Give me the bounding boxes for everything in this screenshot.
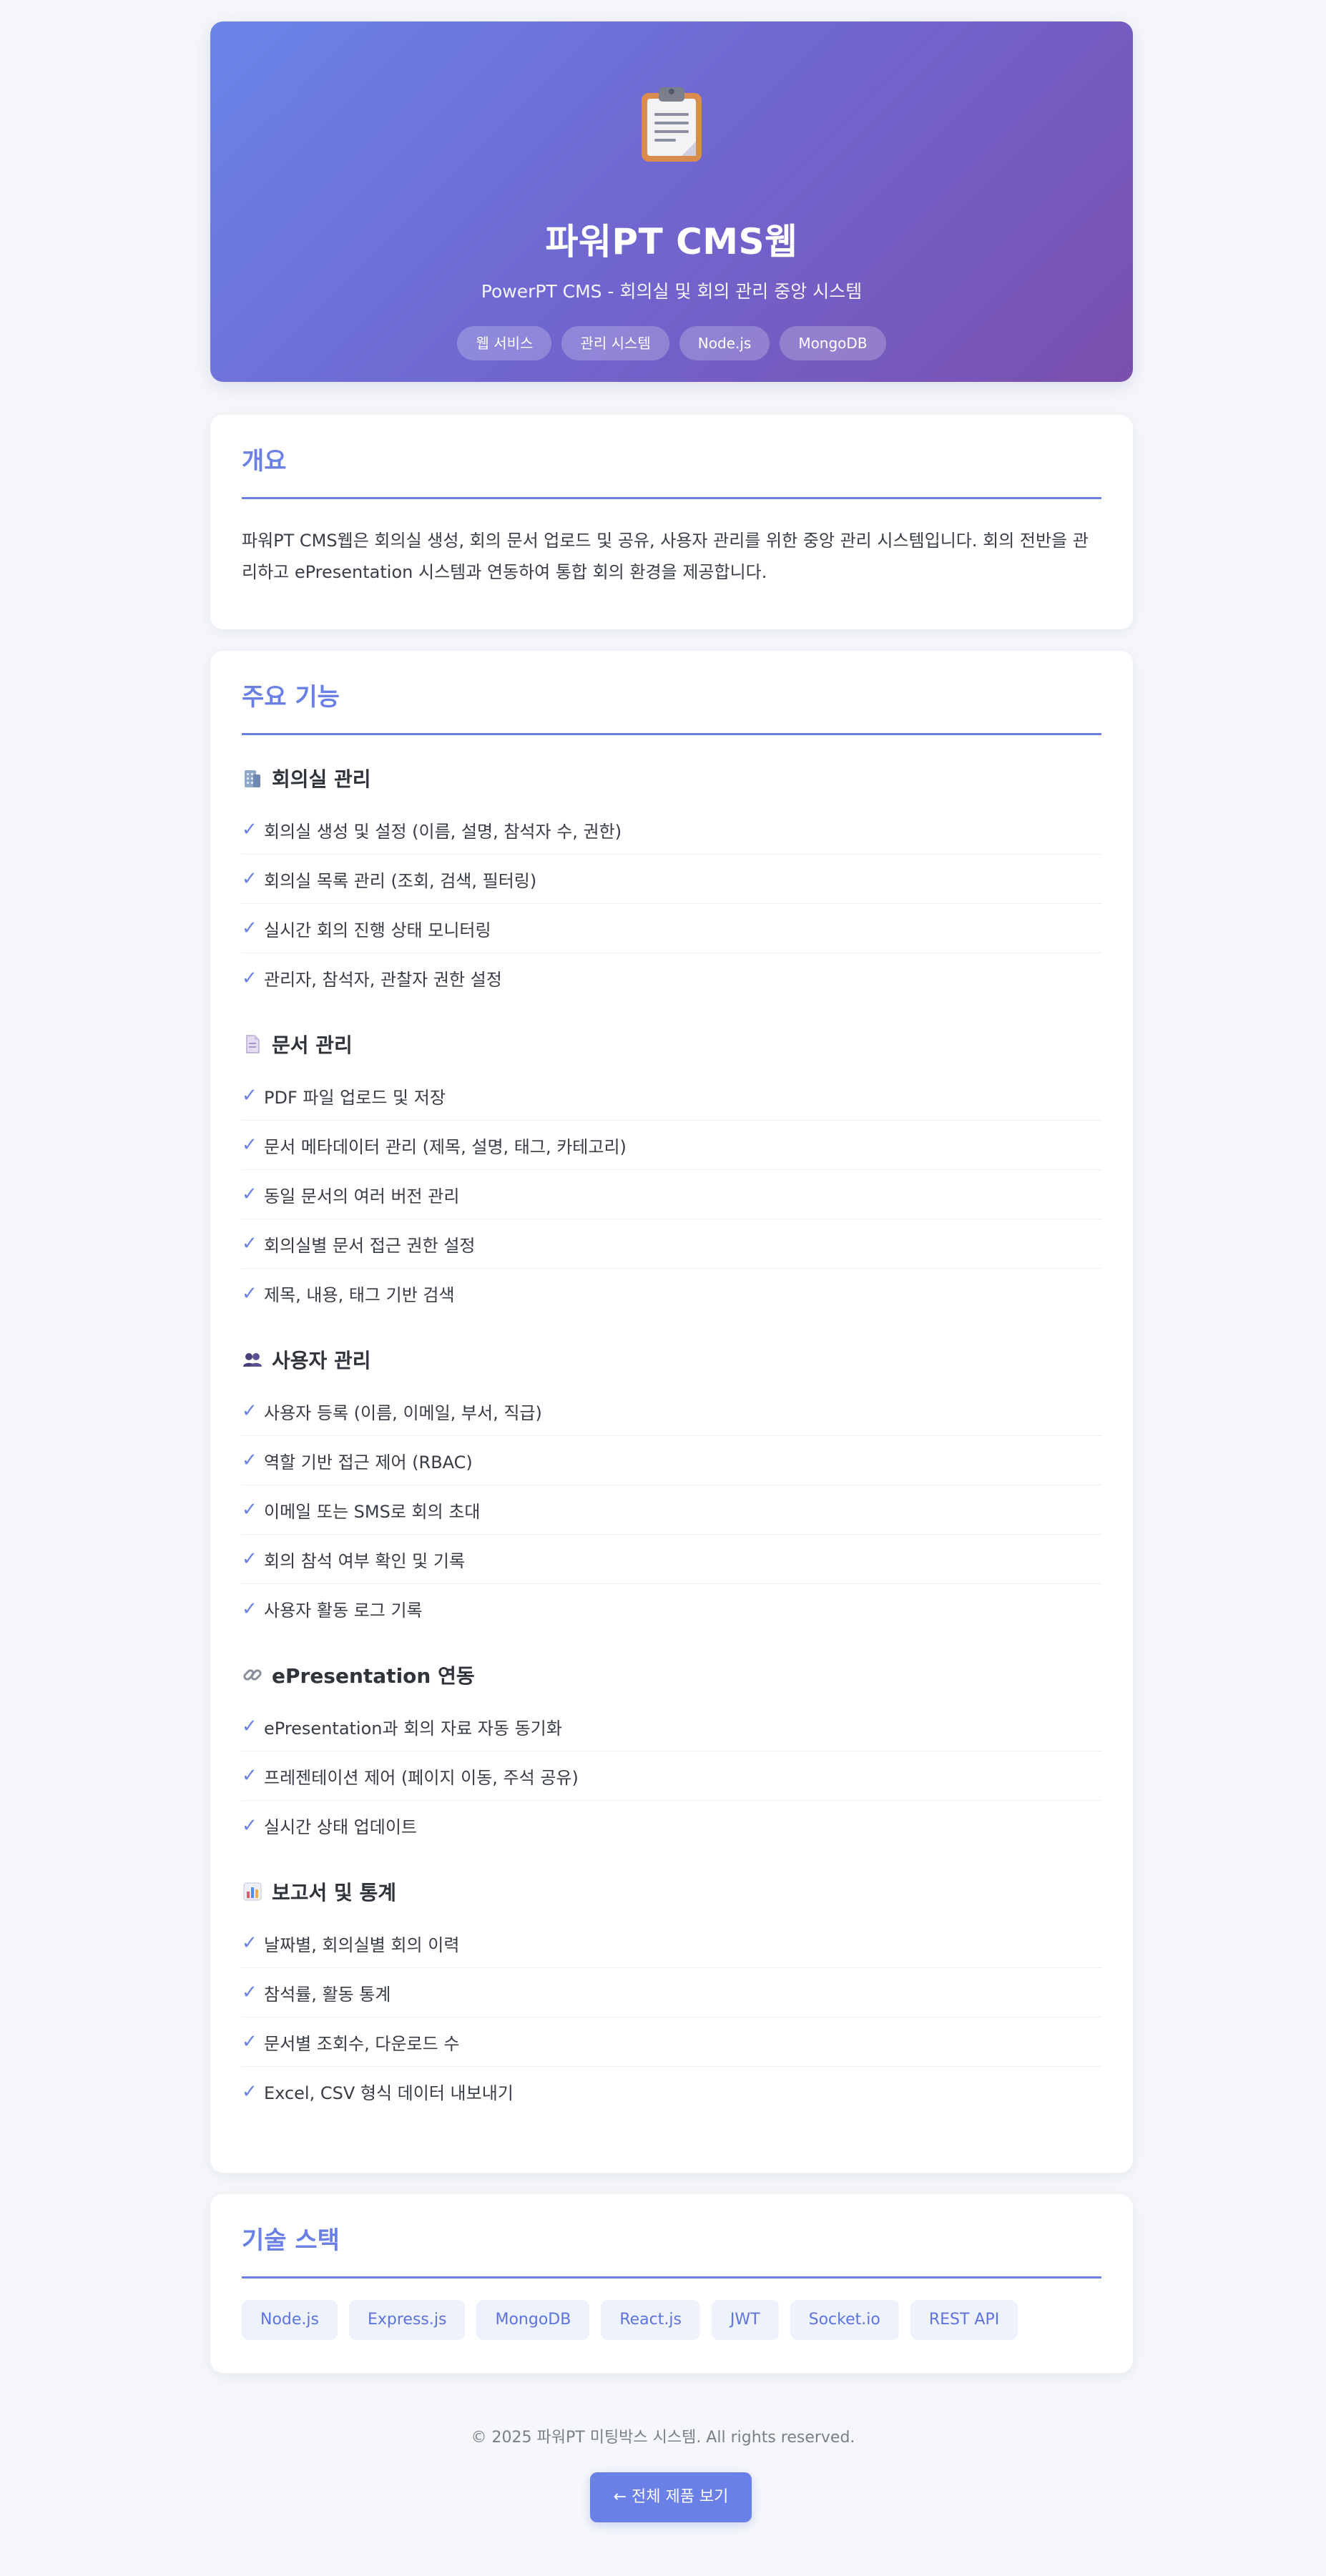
hero-tag-list: 웹 서비스 관리 시스템 Node.js MongoDB xyxy=(210,326,1133,360)
back-to-products-button[interactable]: ← 전체 제품 보기 xyxy=(590,2472,752,2522)
feature-item: ✓ 회의실별 문서 접근 권한 설정 xyxy=(242,1219,1101,1269)
feature-item: ✓ 실시간 상태 업데이트 xyxy=(242,1814,417,1838)
feature-item: ✓ 날짜별, 회의실별 회의 이력 xyxy=(242,1919,1101,1968)
tech-badge: Express.js xyxy=(348,2300,466,2340)
footer-copyright: © 2025 파워PT 미팅박스 시스템. All rights reserve… xyxy=(471,2429,855,2447)
tech-badge: REST API xyxy=(910,2300,1018,2340)
feature-item: ✓ 동일 문서의 여러 버전 관리 xyxy=(242,1170,1101,1219)
feature-section-title: ePresentation 연동 xyxy=(272,1664,475,1688)
check-icon: ✓ xyxy=(242,1134,257,1156)
feature-item: ✓ 회의 참석 여부 확인 및 기록 xyxy=(242,1535,1101,1584)
check-icon: ✓ xyxy=(242,1400,257,1422)
feature-item: ✓ 역할 기반 접근 제어 (RBAC) xyxy=(242,1436,1101,1485)
feature-item: ✓ 관리자, 참석자, 관찰자 권한 설정 xyxy=(242,967,502,990)
feature-item: ✓ 제목, 내용, 태그 기반 검색 xyxy=(242,1282,455,1306)
check-icon: ✓ xyxy=(242,1233,257,1254)
feature-list: ✓ ePresentation과 회의 자료 자동 동기화 ✓ 프레젠테이션 제어 … xyxy=(242,1702,1101,1850)
feature-list: ✓ PDF 파일 업로드 및 저장 ✓ 문서 메타데이터 관리 (제목, 설명, 태… xyxy=(242,1071,1101,1318)
features-heading: 주요 기능 xyxy=(242,679,1101,735)
check-icon: ✓ xyxy=(242,918,257,939)
clipboard-icon xyxy=(210,84,1133,177)
hero-banner: 파워PT CMS웹 PowerPT CMS - 회의실 및 회의 관리 중앙 시… xyxy=(210,21,1133,382)
feature-item: ✓ Excel, CSV 형식 데이터 내보내기 xyxy=(242,2080,514,2104)
feature-section-epresentation: ePresentation 연동 ✓ ePresentation과 회의 자료 자… xyxy=(242,1653,1101,1850)
feature-item: ✓ 사용자 활동 로그 기록 xyxy=(242,1598,423,1621)
check-icon: ✓ xyxy=(242,1716,257,1737)
tech-badge: React.js xyxy=(601,2300,700,2340)
overview-card: 개요 파워PT CMS웹은 회의실 생성, 회의 문서 업로드 및 공유, 사용… xyxy=(210,415,1133,629)
feature-item: ✓ PDF 파일 업로드 및 저장 xyxy=(242,1071,1101,1121)
feature-section-title: 문서 관리 xyxy=(272,1033,353,1057)
check-icon: ✓ xyxy=(242,1982,257,2003)
feature-item: ✓ ePresentation과 회의 자료 자동 동기화 xyxy=(242,1702,1101,1751)
tech-badge: MongoDB xyxy=(476,2300,590,2340)
bar-chart-icon xyxy=(242,1881,263,1902)
check-icon: ✓ xyxy=(242,1184,257,1205)
check-icon: ✓ xyxy=(242,967,257,989)
check-icon: ✓ xyxy=(242,1085,257,1106)
feature-section-room: 회의실 관리 ✓ 회의실 생성 및 설정 (이름, 설명, 참석자 수, 권한) … xyxy=(242,757,1101,1003)
hero-tag-management-system: 관리 시스템 xyxy=(561,326,669,360)
check-icon: ✓ xyxy=(242,1598,257,1620)
hero-tag-mongodb: MongoDB xyxy=(780,326,886,360)
feature-section-report: 보고서 및 통계 ✓ 날짜별, 회의실별 회의 이력 ✓ 참석률, 활동 통계 ✓ 문… xyxy=(242,1870,1101,2116)
feature-item: ✓ 회의실 생성 및 설정 (이름, 설명, 참석자 수, 권한) xyxy=(242,805,1101,855)
tech-stack-card: 기술 스택 Node.js Express.js MongoDB React.j… xyxy=(210,2194,1133,2373)
check-icon: ✓ xyxy=(242,2080,257,2103)
page-subtitle: PowerPT CMS - 회의실 및 회의 관리 중앙 시스템 xyxy=(481,281,863,302)
check-icon: ✓ xyxy=(242,868,257,890)
feature-section-document: 문서 관리 ✓ PDF 파일 업로드 및 저장 ✓ 문서 메타데이터 관리 (제목,… xyxy=(242,1023,1101,1318)
feature-list: ✓ 회의실 생성 및 설정 (이름, 설명, 참석자 수, 권한) ✓ 회의실 목록… xyxy=(242,805,1101,1003)
feature-item: ✓ 문서 메타데이터 관리 (제목, 설명, 태그, 카테고리) xyxy=(242,1121,1101,1170)
feature-item: ✓ 사용자 등록 (이름, 이메일, 부서, 직급) xyxy=(242,1387,1101,1436)
overview-heading: 개요 xyxy=(242,443,1101,499)
check-icon: ✓ xyxy=(242,2031,257,2053)
tech-badge: JWT xyxy=(711,2300,779,2340)
check-icon: ✓ xyxy=(242,1932,257,1954)
check-icon: ✓ xyxy=(242,1548,257,1570)
check-icon: ✓ xyxy=(242,1450,257,1471)
feature-list: ✓ 사용자 등록 (이름, 이메일, 부서, 직급) ✓ 역할 기반 접근 제어 (… xyxy=(242,1387,1101,1633)
feature-section-title: 회의실 관리 xyxy=(272,767,371,791)
check-icon: ✓ xyxy=(242,1282,257,1304)
building-icon xyxy=(242,767,263,789)
hero-tag-nodejs: Node.js xyxy=(679,326,770,360)
check-icon: ✓ xyxy=(242,819,257,840)
users-icon xyxy=(242,1349,263,1370)
link-icon xyxy=(242,1664,263,1686)
check-icon: ✓ xyxy=(242,1814,257,1837)
feature-list: ✓ 날짜별, 회의실별 회의 이력 ✓ 참석률, 활동 통계 ✓ 문서별 조회수, 다… xyxy=(242,1919,1101,2116)
tech-badge: Socket.io xyxy=(790,2300,899,2340)
feature-item: ✓ 참석률, 활동 통계 xyxy=(242,1968,1101,2017)
tech-heading: 기술 스택 xyxy=(242,2223,1101,2278)
feature-section-user: 사용자 관리 ✓ 사용자 등록 (이름, 이메일, 부서, 직급) ✓ 역할 기반 … xyxy=(242,1338,1101,1633)
check-icon: ✓ xyxy=(242,1499,257,1520)
page-title: 파워PT CMS웹 xyxy=(545,221,798,262)
overview-text: 파워PT CMS웹은 회의실 생성, 회의 문서 업로드 및 공유, 사용자 관… xyxy=(242,531,1089,582)
feature-item: ✓ 문서별 조회수, 다운로드 수 xyxy=(242,2017,1101,2067)
feature-item: ✓ 실시간 회의 진행 상태 모니터링 xyxy=(242,904,1101,953)
tech-badge: Node.js xyxy=(242,2300,338,2340)
hero-tag-web-service: 웹 서비스 xyxy=(457,326,552,360)
check-icon: ✓ xyxy=(242,1765,257,1786)
features-card: 주요 기능 회의실 관리 ✓ 회의실 생성 및 설정 (이름, 설명, 참석자 수… xyxy=(210,651,1133,2173)
feature-section-title: 보고서 및 통계 xyxy=(272,1881,397,1904)
feature-item: ✓ 이메일 또는 SMS로 회의 초대 xyxy=(242,1485,1101,1535)
feature-item: ✓ 프레젠테이션 제어 (페이지 이동, 주석 공유) xyxy=(242,1751,1101,1801)
feature-item: ✓ 회의실 목록 관리 (조회, 검색, 필터링) xyxy=(242,855,1101,904)
tech-list: Node.js Express.js MongoDB React.js JWT … xyxy=(242,2300,1101,2340)
document-icon xyxy=(242,1033,263,1055)
feature-section-title: 사용자 관리 xyxy=(272,1349,371,1372)
